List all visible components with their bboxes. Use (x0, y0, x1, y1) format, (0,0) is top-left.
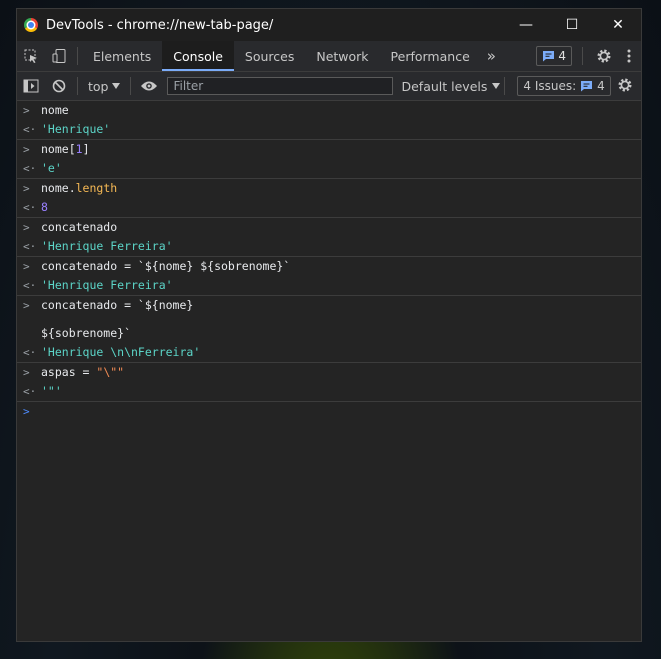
console-entry: > nome.length <· 8 (17, 179, 641, 218)
console-entry: > concatenado = `${nome} ${sobrenome}` <… (17, 296, 641, 363)
input-code: nome[1] (41, 142, 90, 156)
result-arrow-icon: <· (23, 201, 37, 214)
messages-badge[interactable]: 4 (536, 46, 572, 66)
divider (504, 77, 506, 95)
clear-console-icon[interactable] (45, 71, 73, 101)
result-value: 8 (41, 200, 48, 214)
console-entry: > aspas = "\"" <· '"' (17, 363, 641, 402)
console-result-line: <· 8 (17, 198, 641, 217)
result-value: '"' (41, 384, 62, 398)
prompt-chevron-icon: > (23, 405, 30, 418)
console-output[interactable]: > nome <· 'Henrique' > nome[1] <· 'e' > … (17, 101, 641, 421)
input-chevron-icon: > (23, 143, 30, 156)
live-expression-eye-icon[interactable] (135, 71, 163, 101)
console-toolbar: top Default levels 4 Issues: 4 (17, 72, 641, 101)
result-value: 'Henrique' (41, 122, 111, 136)
console-prompt[interactable]: > (17, 402, 641, 421)
input-chevron-icon: > (23, 104, 30, 117)
input-chevron-icon: > (23, 221, 30, 234)
console-input-line: > concatenado = `${nome} ${sobrenome}` (17, 257, 641, 276)
inspect-element-icon[interactable] (17, 41, 45, 71)
console-result-line: <· 'e' (17, 159, 641, 178)
input-code: concatenado = `${nome} ${sobrenome}` (41, 259, 291, 273)
close-button[interactable]: ✕ (595, 9, 641, 41)
input-code: concatenado (41, 220, 118, 234)
message-icon (581, 81, 593, 92)
console-input-line: > concatenado (17, 218, 641, 237)
result-arrow-icon: <· (23, 162, 37, 175)
result-value: 'Henrique \n\nFerreira' (41, 345, 201, 359)
input-code: nome.length (41, 181, 118, 195)
console-input-line: > aspas = "\"" (17, 363, 641, 382)
devtools-window: DevTools - chrome://new-tab-page/ — ☐ ✕ … (16, 8, 642, 642)
input-chevron-icon: > (23, 182, 30, 195)
input-chevron-icon: > (23, 366, 30, 379)
result-arrow-icon: <· (23, 346, 37, 359)
input-chevron-icon: > (23, 299, 30, 312)
input-code: nome (41, 103, 69, 117)
kebab-menu-icon[interactable] (621, 49, 637, 63)
console-input-line: > concatenado = `${nome} (17, 296, 641, 315)
dropdown-arrow-icon (112, 83, 121, 89)
result-arrow-icon: <· (23, 123, 37, 136)
input-chevron-icon: > (23, 260, 30, 273)
log-levels-label: Default levels (401, 78, 488, 94)
tab-elements[interactable]: Elements (82, 41, 162, 71)
result-arrow-icon: <· (23, 240, 37, 253)
issues-button[interactable]: 4 Issues: 4 (517, 76, 611, 96)
messages-count: 4 (558, 49, 566, 63)
console-input-line: > nome.length (17, 179, 641, 198)
result-arrow-icon: <· (23, 279, 37, 292)
console-input-line: > nome[1] (17, 140, 641, 159)
console-input-continuation: ${sobrenome}` (17, 324, 641, 343)
result-value: 'Henrique Ferreira' (41, 239, 173, 253)
result-value: 'e' (41, 161, 62, 175)
more-tabs-button[interactable]: » (481, 41, 502, 71)
issues-count: 4 (597, 79, 605, 93)
divider (77, 77, 78, 95)
input-code: aspas = "\"" (41, 365, 125, 379)
tab-network[interactable]: Network (305, 41, 379, 71)
device-toolbar-icon[interactable] (45, 41, 73, 71)
panel-tab-bar: Elements Console Sources Network Perform… (17, 41, 641, 72)
console-input-line: > nome (17, 101, 641, 120)
console-entry: > nome[1] <· 'e' (17, 140, 641, 179)
console-entry: > concatenado = `${nome} ${sobrenome}` <… (17, 257, 641, 296)
console-entry: > concatenado <· 'Henrique Ferreira' (17, 218, 641, 257)
console-settings-gear-icon[interactable] (617, 77, 633, 96)
sidebar-toggle-icon[interactable] (17, 71, 45, 101)
console-entry: > nome <· 'Henrique' (17, 101, 641, 140)
settings-gear-icon[interactable] (593, 48, 615, 64)
divider (582, 47, 583, 65)
filter-input[interactable] (167, 77, 394, 95)
input-code: concatenado = `${nome} (41, 298, 194, 312)
tab-console[interactable]: Console (162, 41, 234, 71)
divider (77, 47, 78, 65)
console-result-line: <· 'Henrique' (17, 120, 641, 139)
console-result-line: <· 'Henrique \n\nFerreira' (17, 343, 641, 362)
input-code: ${sobrenome}` (41, 326, 132, 340)
console-result-line: <· 'Henrique Ferreira' (17, 237, 641, 256)
window-title: DevTools - chrome://new-tab-page/ (46, 17, 274, 33)
console-result-line: <· 'Henrique Ferreira' (17, 276, 641, 295)
log-levels-dropdown[interactable]: Default levels (401, 78, 501, 94)
result-value: 'Henrique Ferreira' (41, 278, 173, 292)
result-arrow-icon: <· (23, 385, 37, 398)
maximize-button[interactable]: ☐ (549, 9, 595, 41)
tab-performance[interactable]: Performance (380, 41, 481, 71)
title-bar: DevTools - chrome://new-tab-page/ — ☐ ✕ (17, 9, 641, 41)
context-label: top (88, 78, 109, 94)
console-result-line: <· '"' (17, 382, 641, 401)
divider (130, 77, 132, 95)
context-selector[interactable]: top (82, 79, 126, 94)
chrome-logo-icon (24, 18, 38, 32)
dropdown-arrow-icon (492, 83, 501, 89)
minimize-button[interactable]: — (503, 9, 549, 41)
issues-label: 4 Issues: (523, 79, 577, 93)
tab-sources[interactable]: Sources (234, 41, 305, 71)
message-icon (543, 51, 555, 62)
